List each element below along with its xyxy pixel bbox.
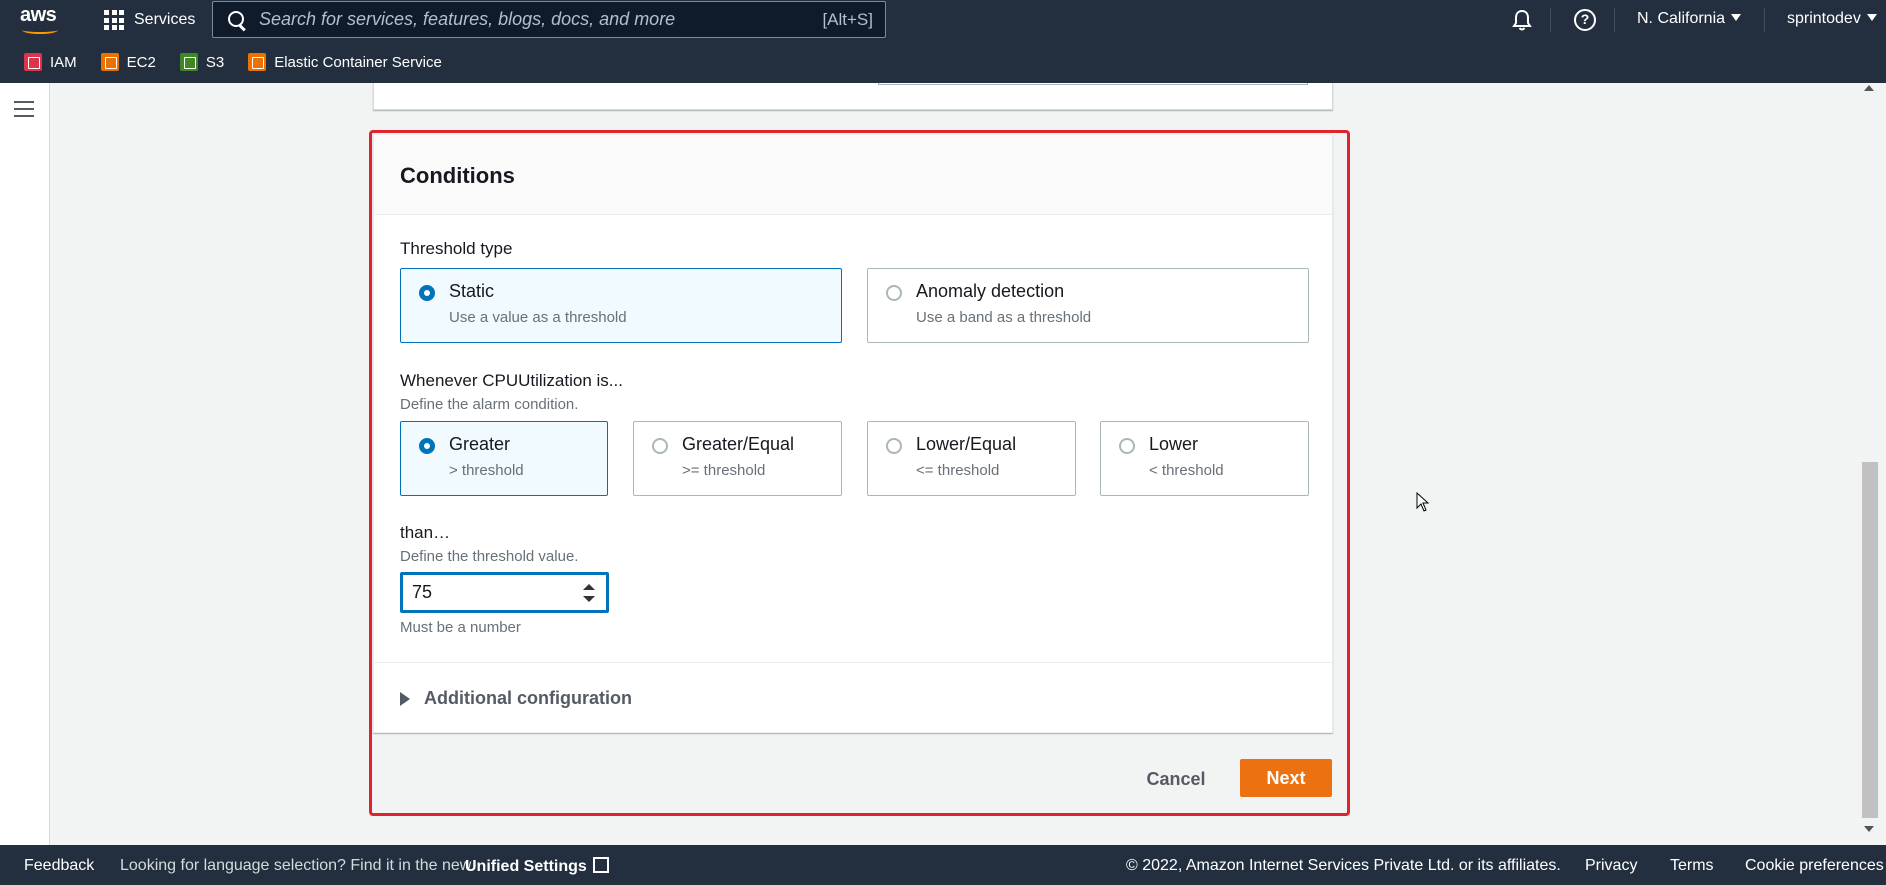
radio-icon[interactable] — [886, 438, 902, 454]
threshold-constraint-text: Must be a number — [400, 619, 521, 636]
nav-divider — [1550, 8, 1551, 32]
side-navigation-rail — [0, 83, 50, 845]
cookie-preferences-link[interactable]: Cookie preferences — [1745, 857, 1884, 875]
ec2-icon — [100, 53, 119, 71]
aws-logo-text: aws — [20, 4, 57, 26]
aws-logo[interactable]: aws — [20, 4, 64, 34]
search-icon — [227, 10, 247, 30]
condition-lower-equal-option[interactable]: Lower/Equal <= threshold — [867, 421, 1076, 496]
cancel-button[interactable]: Cancel — [1138, 760, 1214, 798]
caret-down-icon — [1731, 14, 1742, 21]
console-footer: Feedback Looking for language selection?… — [0, 845, 1886, 885]
threshold-value-input[interactable] — [412, 582, 572, 603]
menu-icon[interactable] — [14, 101, 34, 117]
option-subtitle: Use a band as a threshold — [916, 309, 1092, 326]
radio-icon[interactable] — [1119, 438, 1135, 454]
unified-settings-label: Unified Settings — [465, 858, 587, 875]
region-label: N. California — [1637, 10, 1726, 27]
radio-selected-icon[interactable] — [419, 285, 435, 301]
help-icon[interactable]: ? — [1574, 9, 1596, 31]
threshold-static-option[interactable]: Static Use a value as a threshold — [400, 268, 842, 343]
favorite-ecs[interactable]: Elastic Container Service — [248, 53, 442, 71]
services-label: Services — [134, 11, 196, 28]
condition-greater-option[interactable]: Greater > threshold — [400, 421, 608, 496]
than-label: than… — [400, 523, 451, 542]
caret-down-icon — [1866, 14, 1877, 21]
option-title: Lower/Equal — [916, 434, 1017, 454]
threshold-value-field[interactable] — [400, 572, 609, 613]
than-description: Define the threshold value. — [400, 548, 579, 565]
favorite-label: EC2 — [126, 53, 156, 71]
services-menu-button[interactable]: Services — [104, 8, 195, 32]
favorite-s3[interactable]: S3 — [179, 53, 225, 71]
nav-primary-row: aws Services [Alt+S] ? N. California spr… — [0, 0, 1886, 40]
threshold-anomaly-option[interactable]: Anomaly detection Use a band as a thresh… — [867, 268, 1309, 343]
scrollbar-thumb[interactable] — [1862, 462, 1878, 818]
option-subtitle: Use a value as a threshold — [449, 309, 627, 326]
search-shortcut-hint: [Alt+S] — [822, 9, 873, 29]
section-divider — [374, 662, 1332, 663]
ecs-icon — [248, 53, 267, 71]
account-name: sprintodev — [1787, 10, 1861, 27]
account-menu[interactable]: sprintodev — [1787, 10, 1877, 28]
additional-configuration-toggle[interactable]: Additional configuration — [400, 688, 632, 709]
unified-settings-link[interactable]: Unified Settings — [465, 857, 609, 876]
option-title: Greater/Equal — [682, 434, 795, 454]
copyright-text: © 2022, Amazon Internet Services Private… — [1126, 857, 1561, 874]
grid-icon — [104, 10, 124, 30]
privacy-link[interactable]: Privacy — [1585, 857, 1637, 875]
scroll-up-arrow-icon[interactable] — [1864, 85, 1874, 91]
previous-input-field — [878, 83, 1308, 85]
aws-smile-icon — [22, 26, 58, 34]
favorite-label: IAM — [50, 53, 77, 71]
number-stepper-icon[interactable] — [583, 584, 595, 602]
option-subtitle: > threshold — [449, 462, 524, 479]
search-input[interactable] — [259, 9, 823, 30]
external-link-icon — [592, 857, 609, 873]
conditions-header: Conditions — [374, 135, 1332, 215]
language-prompt-text: Looking for language selection? Find it … — [120, 857, 472, 874]
favorite-ec2[interactable]: EC2 — [100, 53, 156, 71]
caret-right-icon — [400, 691, 410, 706]
top-navigation: aws Services [Alt+S] ? N. California spr… — [0, 0, 1886, 83]
favorites-bar: IAM EC2 S3 Elastic Container Service — [0, 46, 442, 78]
search-bar[interactable]: [Alt+S] — [212, 1, 886, 38]
radio-selected-icon[interactable] — [419, 438, 435, 454]
option-title: Static — [449, 281, 495, 301]
feedback-link[interactable]: Feedback — [24, 857, 94, 875]
option-title: Greater — [449, 434, 511, 454]
option-subtitle: <= threshold — [916, 462, 1000, 479]
option-title: Anomaly detection — [916, 281, 1065, 301]
nav-divider — [1614, 8, 1615, 32]
conditions-panel: Conditions Threshold type Static Use a v… — [373, 134, 1333, 733]
option-subtitle: < threshold — [1149, 462, 1224, 479]
favorite-label: Elastic Container Service — [274, 53, 442, 71]
previous-section-panel — [373, 83, 1333, 110]
next-button[interactable]: Next — [1240, 759, 1332, 797]
option-title: Lower — [1149, 434, 1199, 454]
favorite-label: S3 — [205, 53, 225, 71]
s3-icon — [179, 53, 198, 71]
condition-lower-option[interactable]: Lower < threshold — [1100, 421, 1309, 496]
terms-link[interactable]: Terms — [1670, 857, 1714, 875]
condition-greater-equal-option[interactable]: Greater/Equal >= threshold — [633, 421, 842, 496]
nav-divider — [1764, 8, 1765, 32]
option-subtitle: >= threshold — [682, 462, 766, 479]
radio-icon[interactable] — [886, 285, 902, 301]
whenever-label: Whenever CPUUtilization is... — [400, 371, 623, 390]
scroll-down-arrow-icon[interactable] — [1864, 826, 1874, 832]
mouse-cursor-icon — [1416, 492, 1430, 512]
iam-icon — [24, 53, 42, 71]
conditions-title: Conditions — [400, 163, 515, 188]
favorite-iam[interactable]: IAM — [24, 53, 77, 71]
bell-icon[interactable] — [1511, 9, 1533, 31]
whenever-description: Define the alarm condition. — [400, 396, 579, 413]
region-selector[interactable]: N. California — [1637, 10, 1742, 28]
threshold-type-label: Threshold type — [400, 239, 513, 258]
additional-configuration-label: Additional configuration — [424, 688, 632, 708]
radio-icon[interactable] — [652, 438, 668, 454]
